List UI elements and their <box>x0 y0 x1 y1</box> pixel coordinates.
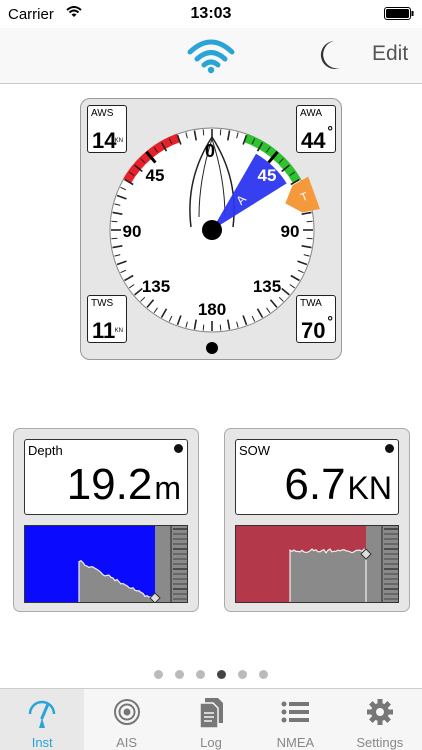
page-indicator[interactable] <box>0 670 422 680</box>
dial-tick <box>202 324 205 331</box>
tws-box: TWS 11 KN <box>87 295 127 343</box>
twa-degree-sign: ° <box>327 313 333 329</box>
depth-unit: m <box>154 470 181 506</box>
sow-history-graph <box>235 525 399 603</box>
dial-tick <box>111 237 118 240</box>
dial-tick <box>219 324 222 331</box>
aws-unit: KN <box>114 138 123 144</box>
awa-box: AWA 44 ° <box>296 105 336 153</box>
dial-label-135-port: 135 <box>142 277 170 296</box>
clock: 13:03 <box>190 5 232 22</box>
awa-value: 44 <box>301 128 326 153</box>
awa-label: AWA <box>300 108 323 119</box>
battery-icon <box>384 7 414 20</box>
tab-nmea-label: NMEA <box>276 735 315 750</box>
tab-inst-label: Inst <box>31 735 53 750</box>
page-dot[interactable] <box>217 670 226 679</box>
tab-nmea[interactable]: NMEA <box>253 689 337 750</box>
night-mode-moon-icon[interactable] <box>318 40 342 70</box>
list-icon <box>281 701 310 723</box>
status-bar: Carrier 13:03 <box>0 0 422 28</box>
edit-button[interactable]: Edit <box>372 42 408 66</box>
depth-number: 19.2 <box>66 460 153 509</box>
sow-unit: KN <box>347 470 392 506</box>
page-dot[interactable] <box>196 670 205 679</box>
aws-label: AWS <box>91 108 114 119</box>
dial-label-0: 0 <box>205 141 215 161</box>
tws-label: TWS <box>91 298 114 309</box>
dial-tick <box>219 129 222 136</box>
dial-label-45-port: 45 <box>146 166 165 185</box>
graph-history-area <box>289 548 367 602</box>
dial-tick <box>202 129 205 136</box>
gauge-icon <box>28 700 56 728</box>
tab-inst[interactable]: Inst <box>0 689 85 750</box>
sow-status-dot <box>385 444 394 453</box>
page-dot[interactable] <box>259 670 268 679</box>
dial-center-hub <box>202 220 222 240</box>
tab-settings[interactable]: Settings <box>338 689 422 750</box>
sow-value: 6.7KN <box>284 460 392 510</box>
twa-value: 70 <box>301 318 326 343</box>
page-dot[interactable] <box>238 670 247 679</box>
depth-status-dot <box>174 444 183 453</box>
gear-icon <box>366 699 393 725</box>
tab-ais[interactable]: AIS <box>84 689 168 750</box>
aws-value: 14 <box>92 128 117 153</box>
tab-settings-label: Settings <box>356 735 404 750</box>
depth-history-plot <box>25 526 187 602</box>
navigation-bar: Edit <box>0 28 422 84</box>
sow-history-plot <box>236 526 398 602</box>
depth-instrument[interactable]: Depth 19.2m <box>13 428 199 612</box>
twa-label: TWA <box>300 298 322 309</box>
dial-label-90-port: 90 <box>123 222 142 241</box>
page-dot[interactable] <box>175 670 184 679</box>
sow-number: 6.7 <box>284 460 346 509</box>
sow-instrument[interactable]: SOW 6.7KN <box>224 428 410 612</box>
dial-tick <box>306 220 313 223</box>
depth-readout: Depth 19.2m <box>24 439 188 515</box>
tab-log-label: Log <box>200 735 222 750</box>
tab-log[interactable]: Log <box>169 689 253 750</box>
dial-tick <box>306 237 313 240</box>
dial-label-180: 180 <box>198 300 226 319</box>
twa-box: TWA 70 ° <box>296 295 336 343</box>
sow-title: SOW <box>239 443 271 458</box>
sow-readout: SOW 6.7KN <box>235 439 399 515</box>
tab-ais-label: AIS <box>116 735 138 750</box>
aws-box: AWS 14 KN <box>87 105 127 153</box>
dial-label-135-starboard: 135 <box>253 277 281 296</box>
dial-label-90-starboard: 90 <box>281 222 300 241</box>
awa-degree-sign: ° <box>327 123 333 139</box>
document-icon <box>199 698 224 729</box>
tws-value: 11 <box>92 318 116 343</box>
page-dot[interactable] <box>154 670 163 679</box>
depth-value: 19.2m <box>67 460 181 510</box>
depth-title: Depth <box>28 443 63 458</box>
depth-history-graph <box>24 525 188 603</box>
wind-instrument[interactable]: A T 0 45 45 90 90 135 135 180 AWS 14 KN … <box>80 98 342 360</box>
tws-unit: KN <box>114 328 123 334</box>
dial-tick <box>111 220 118 223</box>
dial-label-45-starboard: 45 <box>258 166 277 185</box>
dial-bottom-dot <box>206 342 218 354</box>
target-icon <box>113 699 140 725</box>
tab-bar: Inst AIS Log NMEA Settings <box>0 688 422 750</box>
connection-wifi-icon[interactable] <box>186 38 236 74</box>
